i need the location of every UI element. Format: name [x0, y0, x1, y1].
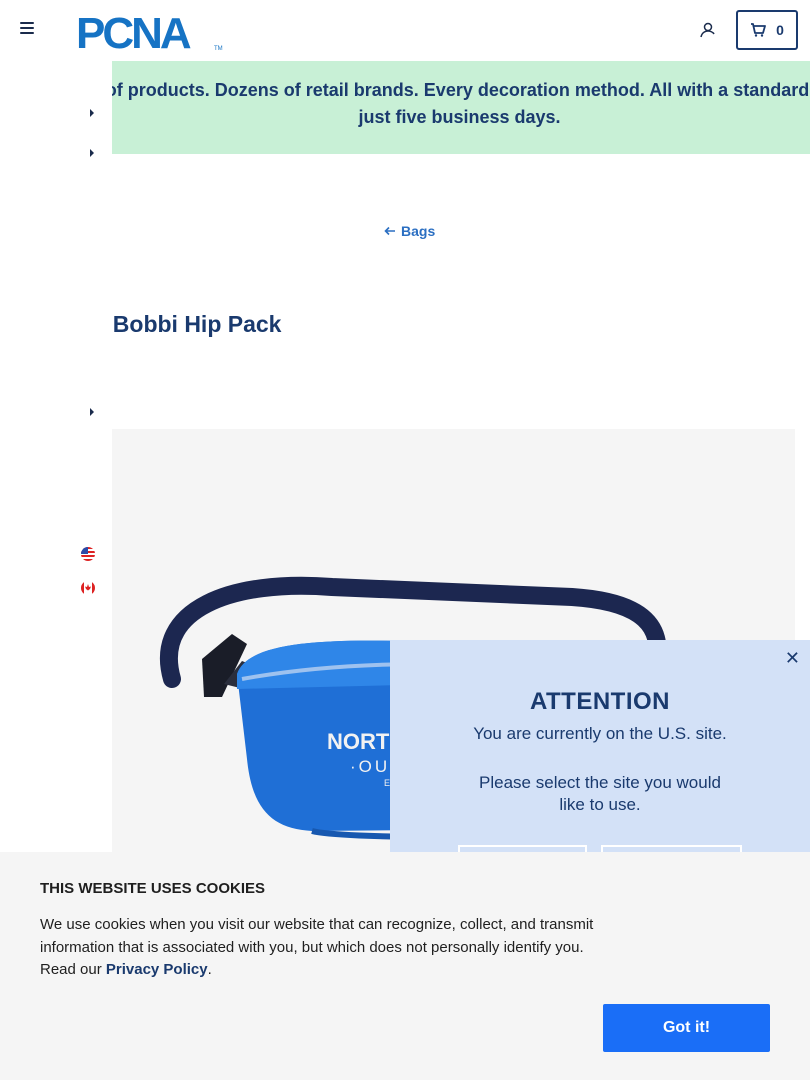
site-header: PCNA TM 0	[0, 0, 810, 61]
cart-icon	[751, 23, 766, 37]
canada-flag-icon[interactable]	[80, 580, 96, 596]
modal-current-site-text: You are currently on the U.S. site.	[473, 724, 727, 743]
privacy-policy-link[interactable]: Privacy Policy	[106, 961, 208, 978]
arrow-left-icon	[384, 226, 395, 236]
promo-banner-text: Thousands of products. Dozens of retail …	[5, 80, 810, 127]
cart-button[interactable]: 0	[736, 10, 798, 50]
page: PCNA TM 0 of products. Dozens of retail …	[0, 0, 810, 1080]
modal-title: ATTENTION	[529, 688, 671, 715]
promo-banner: Thousands of products. Dozens of retail …	[5, 61, 810, 154]
pcna-logo[interactable]: PCNA TM	[76, 10, 226, 52]
modal-select-site-text: Please select the site you would like to…	[479, 773, 721, 814]
cookie-title: THIS WEBSITE USES COOKIES	[40, 880, 266, 897]
close-icon[interactable]: ✕	[785, 648, 800, 669]
product-title: l Bobbi Hip Pack	[100, 311, 281, 338]
menu-expand-arrow-icon[interactable]	[88, 148, 96, 158]
cookie-consent-bar: THIS WEBSITE USES COOKIES We use cookies…	[0, 852, 810, 1080]
cookie-text-end: .	[207, 961, 212, 978]
menu-expand-arrow-icon[interactable]	[88, 108, 96, 118]
accept-cookies-button[interactable]: Got it!	[603, 1004, 770, 1052]
cart-count: 0	[776, 22, 784, 38]
svg-text:TM: TM	[214, 46, 223, 52]
us-flag-icon[interactable]	[80, 546, 96, 562]
back-to-category-link[interactable]: Bags	[384, 223, 435, 239]
account-icon[interactable]	[698, 21, 716, 39]
logo-text: PCNA	[76, 10, 191, 52]
menu-expand-arrow-icon[interactable]	[88, 407, 96, 417]
product-title-text: Bobbi Hip Pack	[112, 311, 282, 337]
hamburger-menu-icon[interactable]	[20, 22, 36, 38]
cookie-text: We use cookies when you visit our websit…	[40, 914, 610, 982]
back-link-label: Bags	[401, 223, 436, 239]
